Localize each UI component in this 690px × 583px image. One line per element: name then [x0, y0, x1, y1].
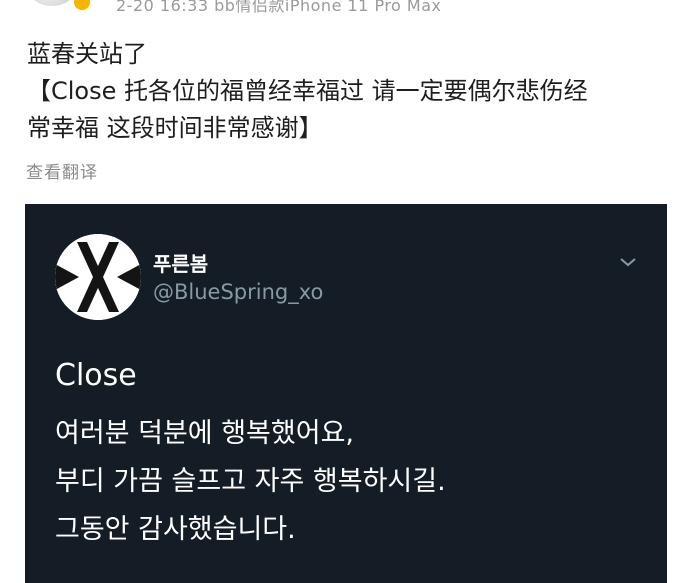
- avatar[interactable]: [30, 0, 74, 6]
- tweet-handle: @BlueSpring_xo: [153, 280, 324, 304]
- tweet-avatar: [55, 234, 141, 320]
- chevron-down-icon[interactable]: [617, 254, 639, 270]
- post-line: 蓝春关站了: [27, 40, 147, 68]
- post-meta: 2-20 16:33 bb情侣款iPhone 11 Pro Max: [116, 0, 442, 15]
- tweet-body: Close 여러분 덕분에 행복했어요, 부디 가끔 슬프고 자주 행복하시길.…: [55, 356, 446, 554]
- vip-badge-icon: [72, 0, 92, 12]
- post-content: 蓝春关站了 【Close 托各位的福曾经幸福过 请一定要偶尔悲伤经 常幸福 这段…: [27, 36, 667, 147]
- post-header: 2-20 16:33 bb情侣款iPhone 11 Pro Max: [0, 0, 690, 16]
- translate-link[interactable]: 查看翻译: [26, 158, 98, 183]
- tweet-display-name: 푸른봄: [153, 252, 209, 276]
- post-line: 常幸福 这段时间非常感谢】: [27, 114, 323, 142]
- tweet-line: 부디 가끔 슬프고 자주 행복하시길.: [55, 466, 446, 497]
- tweet-title: Close: [55, 358, 137, 393]
- tweet-line: 그동안 감사했습니다.: [55, 514, 296, 545]
- weibo-post-screen: 2-20 16:33 bb情侣款iPhone 11 Pro Max 蓝春关站了 …: [0, 0, 690, 583]
- post-line: 【Close 托各位的福曾经幸福过 请一定要偶尔悲伤经: [27, 77, 588, 105]
- x-logo-icon: [55, 234, 141, 320]
- embedded-tweet-image[interactable]: 푸른봄 @BlueSpring_xo Close 여러분 덕분에 행복했어요, …: [25, 204, 667, 583]
- tweet-line: 여러분 덕분에 행복했어요,: [55, 418, 354, 449]
